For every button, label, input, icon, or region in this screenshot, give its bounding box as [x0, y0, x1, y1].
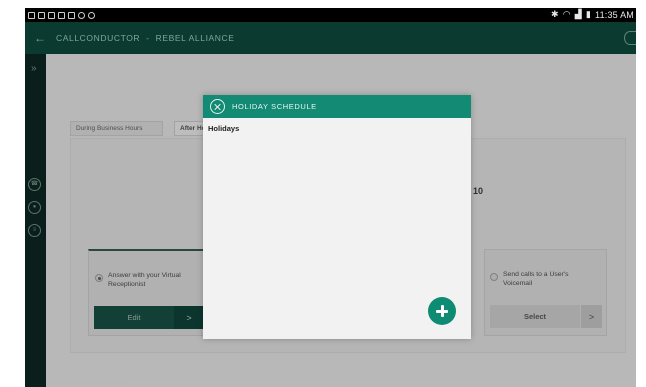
usb-icon: [48, 11, 55, 19]
bluetooth-icon: ✱: [550, 9, 559, 19]
org-name: REBEL ALLIANCE: [155, 33, 235, 43]
app-name: CALLCONDUCTOR: [56, 33, 141, 43]
tablet-screen: ✱ ◠ ▟ ▮ 11:35 AM ← CALLCONDUCTOR - REBEL A…: [25, 8, 636, 387]
signal-icon: ▟: [574, 9, 582, 19]
back-arrow-icon[interactable]: ←: [34, 31, 46, 45]
dialog-title: HOLIDAY SCHEDULE: [232, 102, 317, 111]
dialog-header: HOLIDAY SCHEDULE: [203, 95, 471, 118]
close-icon[interactable]: [210, 99, 225, 114]
status-time: 11:35 AM: [595, 9, 634, 20]
holidays-label: Holidays: [208, 124, 240, 133]
settings-icon: [78, 11, 85, 19]
wifi-icon: ◠: [562, 9, 571, 19]
refresh-icon[interactable]: [624, 31, 636, 45]
app-icon: [88, 11, 95, 19]
app-title: CALLCONDUCTOR - REBEL ALLIANCE: [56, 33, 235, 43]
holiday-schedule-dialog: HOLIDAY SCHEDULE Holidays: [203, 95, 471, 339]
notification-icon: [38, 11, 45, 19]
download-icon: [68, 11, 75, 19]
title-separator: -: [146, 33, 150, 43]
notification-icon: [28, 11, 35, 19]
app-bar: ← CALLCONDUCTOR - REBEL ALLIANCE: [25, 22, 636, 54]
image-icon: [58, 11, 65, 19]
status-bar: ✱ ◠ ▟ ▮ 11:35 AM: [25, 8, 636, 22]
battery-icon: ▮: [585, 9, 592, 19]
add-holiday-button[interactable]: [428, 297, 456, 325]
